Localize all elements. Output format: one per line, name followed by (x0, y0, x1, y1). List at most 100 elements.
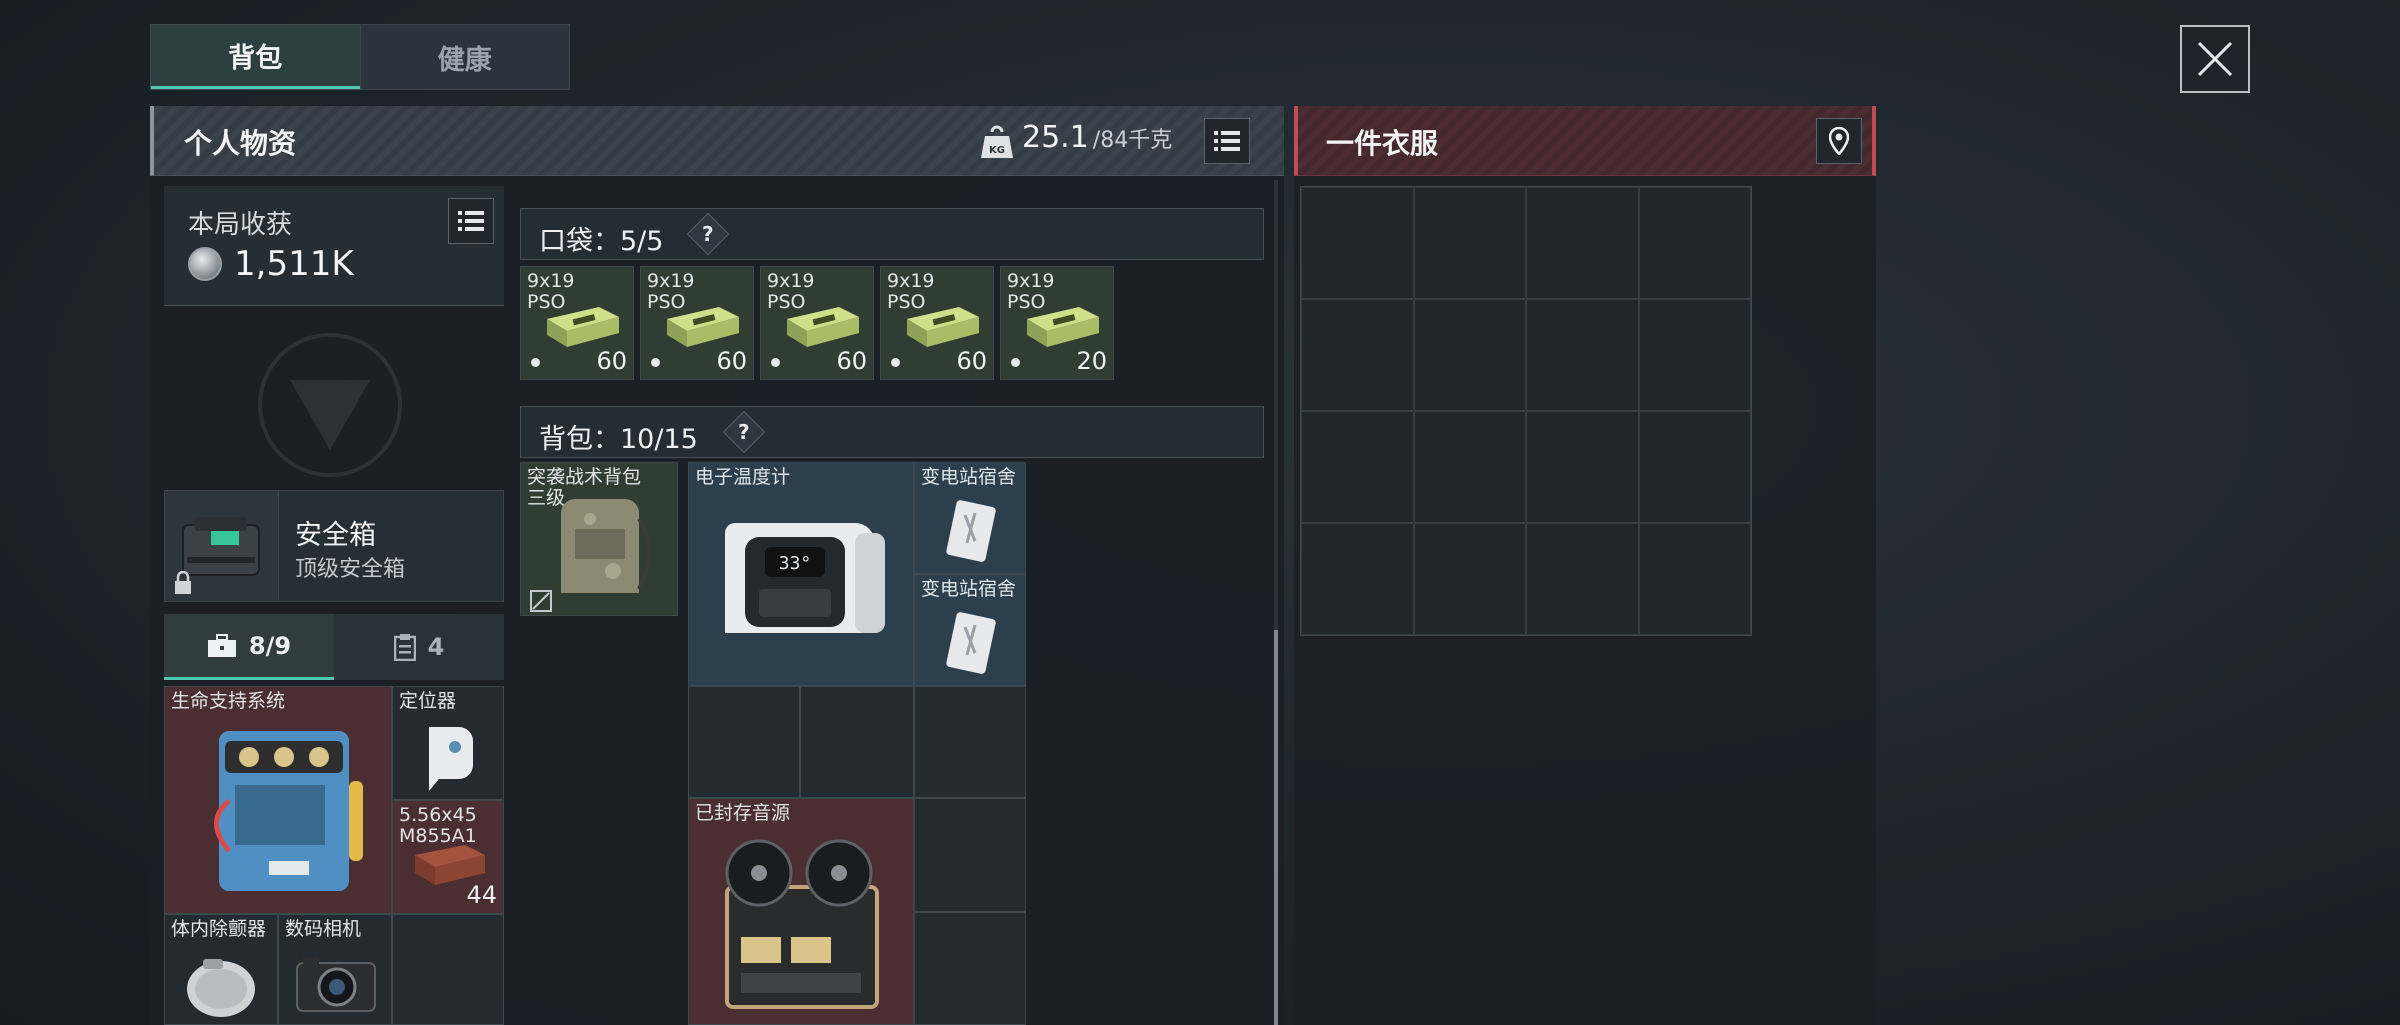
ammo-box-image (547, 307, 619, 347)
close-icon (2197, 41, 2233, 77)
item-sealed-audio-source[interactable]: 已封存音源 (688, 798, 914, 1025)
location-pin-icon (1829, 127, 1849, 155)
empty-slot[interactable] (1638, 187, 1751, 299)
item-substation-dorm-key-2[interactable]: 变电站宿舍 (914, 574, 1026, 686)
item-substation-dorm-key-1[interactable]: 变电站宿舍 (914, 462, 1026, 574)
empty-slot[interactable] (1526, 411, 1639, 523)
empty-slot[interactable] (914, 798, 1026, 912)
empty-slot[interactable] (914, 686, 1026, 798)
tab-secure-items-label: 8/9 (248, 631, 292, 660)
empty-slot[interactable] (1413, 523, 1526, 635)
pockets-header: 口袋：5/5 ? (520, 208, 1264, 260)
safe-box-image (165, 491, 279, 601)
stack-dot-icon (651, 358, 660, 367)
secure-tab-bar: 8/9 4 (164, 614, 504, 680)
defibrillator-image (187, 959, 255, 1017)
empty-slot[interactable] (1526, 187, 1639, 299)
pocket-item-ammo[interactable]: 9x19 PSO 60 (520, 266, 634, 380)
tab-secure-items[interactable]: 8/9 (164, 614, 334, 680)
tab-health[interactable]: 健康 (359, 25, 570, 89)
svg-text:KG: KG (989, 145, 1005, 156)
pocket-item-ammo[interactable]: 9x19 PSO 20 (1000, 266, 1114, 380)
item-label: 生命支持系统 (171, 690, 286, 712)
empty-slot[interactable] (1301, 411, 1414, 523)
empty-slot[interactable] (1526, 523, 1639, 635)
item-ammo-556[interactable]: 5.56x45 M855A1 44 (392, 800, 504, 914)
keycard-image (946, 500, 996, 562)
empty-slot[interactable] (1413, 187, 1526, 299)
item-implanted-defibrillator[interactable]: 体内除颤器 (164, 914, 278, 1025)
slot-swap-icon (530, 590, 552, 612)
kg-weight-icon: KG (980, 124, 1014, 164)
empty-slot[interactable] (1526, 299, 1639, 411)
empty-slot[interactable] (1638, 411, 1751, 523)
clothing-header: 一件衣服 (1294, 106, 1876, 176)
item-label: 体内除颤器 (171, 918, 267, 940)
empty-slot[interactable] (800, 686, 914, 798)
item-locator[interactable]: 定位器 (392, 686, 504, 800)
ammo-box-image (415, 845, 485, 885)
stack-dot-icon (1011, 358, 1020, 367)
item-label: 已封存音源 (695, 802, 791, 824)
item-label: 变电站宿舍 (921, 578, 1017, 600)
ammo-box-image (907, 307, 979, 347)
weight-max: /84千克 (1092, 128, 1173, 153)
stack-dot-icon (531, 358, 540, 367)
thermometer-image: 33° (725, 523, 885, 633)
tab-backpack[interactable]: 背包 (151, 25, 360, 89)
backpack-header: 背包：10/15 ? (520, 406, 1264, 458)
item-digital-camera[interactable]: 数码相机 (278, 914, 392, 1025)
item-count: 44 (466, 881, 497, 909)
backpack-help-button[interactable]: ? (722, 410, 766, 454)
clipboard-icon (393, 634, 416, 661)
camera-image (296, 957, 376, 1012)
item-count: 20 (1076, 347, 1107, 375)
clothing-grid (1300, 186, 1752, 636)
inventory-title: 个人物资 (184, 127, 297, 160)
empty-slot[interactable] (1413, 299, 1526, 411)
item-count: 60 (716, 347, 747, 375)
ammo-box-image (667, 307, 739, 347)
locator-image (429, 727, 473, 791)
close-button[interactable] (2180, 25, 2250, 93)
clothing-locate-button[interactable] (1816, 118, 1862, 164)
emblem-watermark (210, 330, 450, 480)
empty-slot[interactable] (1638, 523, 1751, 635)
tab-secure-slots[interactable]: 4 (334, 614, 504, 680)
empty-slot[interactable] (1301, 299, 1414, 411)
weight-readout: 25.1 /84千克 (1022, 120, 1180, 155)
inventory-scroll-thumb[interactable] (1274, 630, 1278, 1025)
reel-recorder-image (725, 839, 879, 1009)
pocket-item-ammo[interactable]: 9x19 PSO 60 (880, 266, 994, 380)
earnings-amount: 1,511K (234, 244, 354, 284)
safe-box-slot[interactable]: 安全箱 顶级安全箱 (164, 490, 504, 602)
pocket-item-ammo[interactable]: 9x19 PSO 60 (760, 266, 874, 380)
inventory-list-button[interactable] (1204, 118, 1250, 164)
pocket-item-ammo[interactable]: 9x19 PSO 60 (640, 266, 754, 380)
keycard-image (946, 612, 996, 674)
empty-slot[interactable] (914, 912, 1026, 1025)
stack-dot-icon (771, 358, 780, 367)
item-electronic-thermometer[interactable]: 电子温度计 33° (688, 462, 914, 686)
briefcase-icon (207, 633, 236, 657)
empty-slot[interactable] (1301, 523, 1414, 635)
item-count: 60 (956, 347, 987, 375)
item-label: 定位器 (399, 690, 457, 712)
item-label: 数码相机 (285, 918, 362, 940)
coin-icon (188, 247, 222, 281)
pockets-label: 口袋：5/5 (539, 226, 664, 257)
empty-slot[interactable] (1413, 411, 1526, 523)
item-life-support-system[interactable]: 生命支持系统 (164, 686, 392, 914)
empty-slot[interactable] (1638, 299, 1751, 411)
empty-slot[interactable] (392, 914, 504, 1025)
item-label: 变电站宿舍 (921, 466, 1017, 488)
pockets-help-button[interactable]: ? (686, 212, 730, 256)
list-icon (1214, 131, 1240, 151)
empty-slot[interactable] (688, 686, 800, 798)
earnings-value: 1,511K (188, 244, 354, 284)
item-raid-tactical-backpack[interactable]: 突袭战术背包 三级 (520, 462, 678, 616)
help-icon: ? (702, 221, 714, 246)
empty-slot[interactable] (1301, 187, 1414, 299)
earnings-list-button[interactable] (448, 198, 494, 244)
stack-dot-icon (891, 358, 900, 367)
